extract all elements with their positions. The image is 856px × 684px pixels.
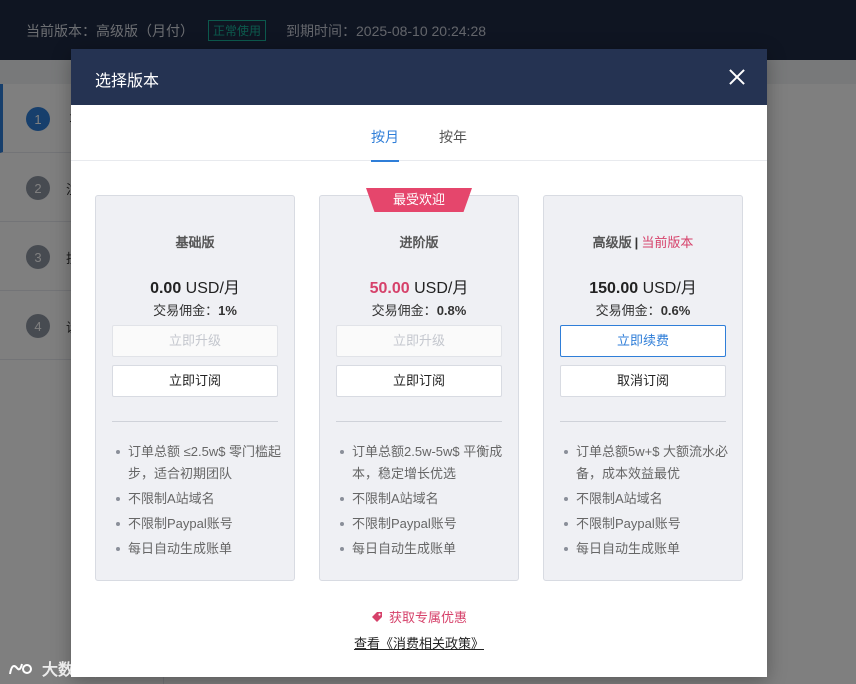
subscribe-button[interactable]: 立即订阅 bbox=[112, 365, 278, 397]
renew-button[interactable]: 立即续费 bbox=[560, 325, 726, 357]
tag-icon bbox=[371, 612, 382, 622]
tab-yearly[interactable]: 按年 bbox=[439, 105, 467, 161]
current-plan-label: 当前版本 bbox=[641, 235, 694, 250]
feature-item: 不限制A站域名 bbox=[562, 488, 732, 510]
upgrade-button: 立即升级 bbox=[112, 325, 278, 357]
plan-price: 150.00 USD/月 bbox=[589, 280, 697, 297]
feature-item: 不限制A站域名 bbox=[338, 488, 508, 510]
watermark: 大数跨境 bbox=[8, 656, 106, 680]
upgrade-button: 立即升级 bbox=[336, 325, 502, 357]
plan-price: 50.00 USD/月 bbox=[369, 280, 469, 297]
feature-list: 订单总额 ≤2.5w$ 零门槛起步，适合初期团队 不限制A站域名 不限制Payp… bbox=[114, 441, 284, 563]
feature-item: 不限制Paypal账号 bbox=[114, 513, 284, 535]
plan-name: 高级版 | 当前版本 bbox=[592, 235, 694, 250]
promo-link[interactable]: 获取专属优惠 bbox=[71, 607, 767, 626]
plan-cards: 基础版 0.00 USD/月 交易佣金：1% 立即升级 立即订阅 订单总额 ≤2… bbox=[95, 188, 743, 581]
tab-monthly[interactable]: 按月 bbox=[371, 105, 399, 162]
divider bbox=[336, 421, 502, 422]
watermark-logo-icon bbox=[9, 663, 32, 675]
feature-item: 不限制Paypal账号 bbox=[562, 513, 732, 535]
feature-item: 每日自动生成账单 bbox=[114, 538, 284, 560]
billing-tabs: 按月 按年 bbox=[71, 105, 767, 162]
plan-price: 0.00 USD/月 bbox=[150, 280, 240, 297]
plan-commission: 交易佣金：1% bbox=[153, 303, 237, 318]
feature-item: 每日自动生成账单 bbox=[338, 538, 508, 560]
close-icon[interactable] bbox=[727, 67, 747, 87]
plan-name: 基础版 bbox=[175, 235, 215, 250]
divider bbox=[112, 421, 278, 422]
modal-header: 选择版本 bbox=[71, 49, 767, 105]
feature-list: 订单总额5w+$ 大额流水必备，成本效益最优 不限制A站域名 不限制Paypal… bbox=[562, 441, 732, 563]
feature-item: 订单总额 ≤2.5w$ 零门槛起步，适合初期团队 bbox=[114, 441, 284, 485]
divider bbox=[560, 421, 726, 422]
popular-ribbon: 最受欢迎 bbox=[366, 188, 472, 212]
feature-item: 不限制A站域名 bbox=[114, 488, 284, 510]
plan-commission: 交易佣金：0.6% bbox=[595, 303, 691, 318]
policy-link[interactable]: 查看《消费相关政策》 bbox=[354, 636, 484, 651]
feature-item: 订单总额2.5w-5w$ 平衡成本，稳定增长优选 bbox=[338, 441, 508, 485]
cancel-subscription-button[interactable]: 取消订阅 bbox=[560, 365, 726, 397]
feature-list: 订单总额2.5w-5w$ 平衡成本，稳定增长优选 不限制A站域名 不限制Payp… bbox=[338, 441, 508, 563]
plan-commission: 交易佣金：0.8% bbox=[371, 303, 467, 318]
feature-item: 订单总额5w+$ 大额流水必备，成本效益最优 bbox=[562, 441, 732, 485]
plan-card-advanced: 最受欢迎 进阶版 50.00 USD/月 交易佣金：0.8% 立即升级 立即订阅… bbox=[319, 188, 519, 581]
feature-item: 每日自动生成账单 bbox=[562, 538, 732, 560]
feature-item: 不限制Paypal账号 bbox=[338, 513, 508, 535]
modal-title: 选择版本 bbox=[95, 73, 160, 90]
plan-card-basic: 基础版 0.00 USD/月 交易佣金：1% 立即升级 立即订阅 订单总额 ≤2… bbox=[95, 195, 295, 581]
plan-card-premium: 高级版 | 当前版本 150.00 USD/月 交易佣金：0.6% 立即续费 取消订… bbox=[543, 195, 743, 581]
policy-link-row: 查看《消费相关政策》 bbox=[71, 633, 767, 652]
subscribe-button[interactable]: 立即订阅 bbox=[336, 365, 502, 397]
select-version-modal: 选择版本 按月 按年 基础版 0.00 USD/月 交易佣金：1% 立即升级 立… bbox=[71, 49, 767, 677]
plan-name: 进阶版 bbox=[399, 235, 439, 250]
